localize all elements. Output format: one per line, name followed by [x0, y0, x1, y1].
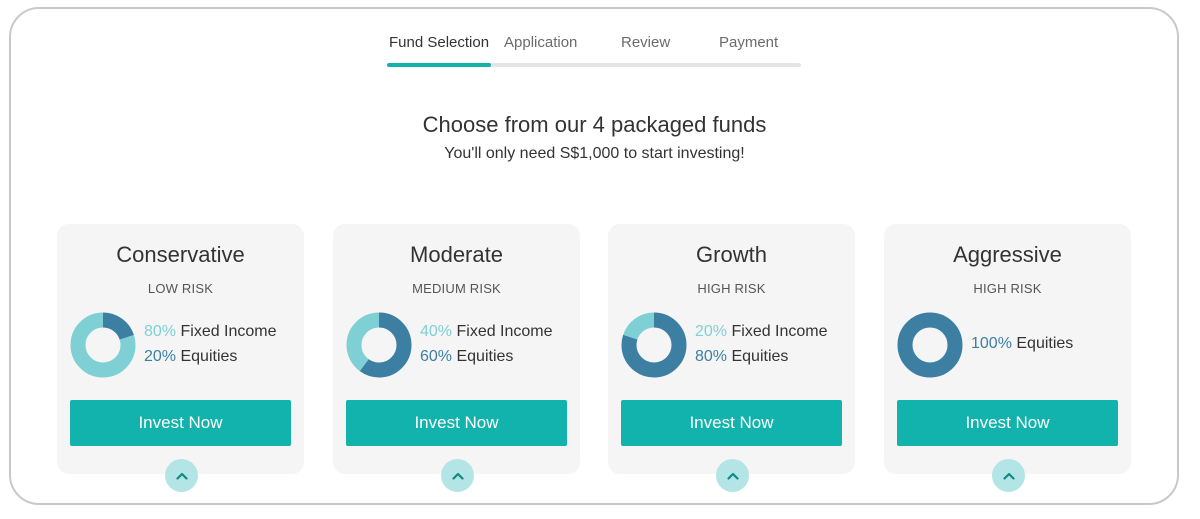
equities-allocation: 100% Equities — [971, 335, 1073, 353]
equities-allocation: 20% Equities — [144, 348, 237, 366]
invest-now-button[interactable]: Invest Now — [621, 400, 842, 446]
step-application[interactable]: Application — [504, 34, 577, 51]
fund-card-aggressive: Aggressive HIGH RISK 100% Equities Inves… — [884, 224, 1131, 492]
equities-percent: 60% — [420, 348, 453, 365]
equities-percent: 80% — [695, 348, 728, 365]
expand-toggle-button[interactable] — [716, 459, 749, 492]
risk-level: HIGH RISK — [697, 281, 766, 296]
fixed-income-percent: 80% — [144, 323, 177, 340]
equities-percent: 100% — [971, 335, 1012, 352]
fund-card-conservative: Conservative LOW RISK 80% Fixed Income 2… — [57, 224, 304, 492]
risk-level: LOW RISK — [147, 281, 214, 296]
invest-now-button[interactable]: Invest Now — [897, 400, 1118, 446]
fixed-income-label: Fixed Income — [456, 323, 553, 340]
fixed-income-allocation: 20% Fixed Income — [695, 323, 828, 341]
allocation-donut-chart — [897, 312, 963, 378]
fixed-income-label: Fixed Income — [180, 323, 277, 340]
chevron-up-icon — [451, 472, 464, 480]
allocation-donut-chart — [70, 312, 136, 378]
step-payment[interactable]: Payment — [719, 34, 778, 51]
equities-label: Equities — [731, 348, 789, 365]
step-review[interactable]: Review — [621, 34, 670, 51]
fund-title: Aggressive — [953, 242, 1062, 267]
fixed-income-allocation: 40% Fixed Income — [420, 323, 553, 341]
progress-stepper: Fund Selection Application Review Paymen… — [387, 34, 801, 68]
expand-toggle-button[interactable] — [165, 459, 198, 492]
invest-now-button[interactable]: Invest Now — [70, 400, 291, 446]
page-title: Choose from our 4 packaged funds — [422, 112, 767, 137]
fixed-income-allocation: 80% Fixed Income — [144, 323, 277, 341]
equities-label: Equities — [1016, 335, 1074, 352]
equities-label: Equities — [456, 348, 514, 365]
invest-now-button[interactable]: Invest Now — [346, 400, 567, 446]
page-subtitle: You'll only need S$1,000 to start invest… — [444, 145, 745, 162]
expand-toggle-button[interactable] — [441, 459, 474, 492]
fixed-income-percent: 20% — [695, 323, 728, 340]
expand-toggle-button[interactable] — [992, 459, 1025, 492]
risk-level: MEDIUM RISK — [412, 281, 501, 296]
fund-card-moderate: Moderate MEDIUM RISK 40% Fixed Income 60… — [333, 224, 580, 492]
stepper-progress-fill — [387, 63, 491, 67]
equities-allocation: 80% Equities — [695, 348, 788, 366]
step-fund-selection[interactable]: Fund Selection — [389, 34, 489, 51]
fixed-income-percent: 40% — [420, 323, 453, 340]
fund-title: Growth — [696, 242, 767, 267]
equities-percent: 20% — [144, 348, 177, 365]
equities-segment — [897, 312, 963, 378]
chevron-up-icon — [726, 472, 739, 480]
fund-title: Moderate — [410, 242, 503, 267]
fund-title: Conservative — [116, 242, 245, 267]
equities-allocation: 60% Equities — [420, 348, 513, 366]
chevron-up-icon — [1002, 472, 1015, 480]
allocation-donut-chart — [621, 312, 687, 378]
fixed-income-label: Fixed Income — [731, 323, 828, 340]
allocation-donut-chart — [346, 312, 412, 378]
fund-card-growth: Growth HIGH RISK 20% Fixed Income 80% Eq… — [608, 224, 855, 492]
risk-level: HIGH RISK — [973, 281, 1042, 296]
equities-label: Equities — [180, 348, 238, 365]
chevron-up-icon — [175, 472, 188, 480]
